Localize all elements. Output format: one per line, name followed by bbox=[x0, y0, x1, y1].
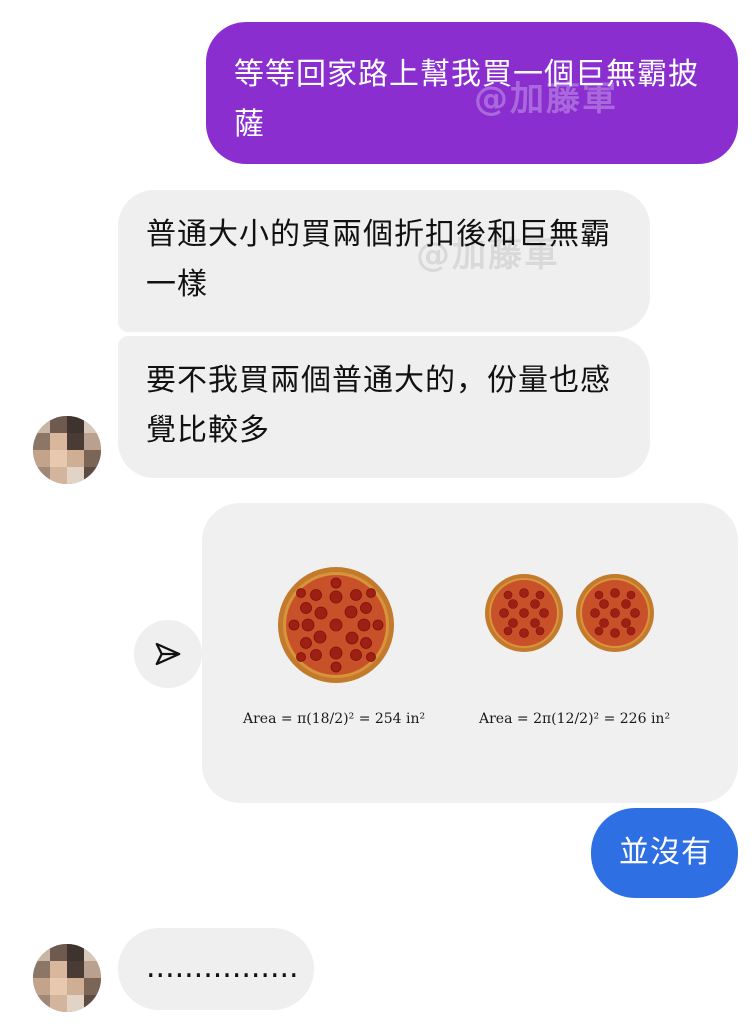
small-pizza-image bbox=[576, 574, 654, 652]
area-formula-left: Area = π(18/2)² = 254 in² bbox=[243, 711, 426, 727]
sent-message-bubble[interactable]: 並沒有 bbox=[591, 808, 738, 898]
message-text-line: 覺比較多 bbox=[146, 413, 270, 448]
chat-thread: 等等回家路上幫我買一個巨無霸披 薩 @加藤軍 普通大小的買兩個折扣後和巨無霸 一… bbox=[0, 0, 755, 1024]
send-paper-plane-icon bbox=[155, 642, 181, 666]
message-text-line: 普通大小的買兩個折扣後和巨無霸 bbox=[146, 217, 611, 252]
pixelated-avatar-icon bbox=[33, 416, 101, 484]
received-message-bubble[interactable]: ................ bbox=[118, 928, 314, 1010]
message-text: 並沒有 bbox=[619, 835, 712, 870]
sent-message-bubble[interactable]: 等等回家路上幫我買一個巨無霸披 薩 @加藤軍 bbox=[206, 22, 738, 164]
received-message-bubble[interactable]: 要不我買兩個普通大的，份量也感 覺比較多 bbox=[118, 336, 650, 478]
received-message-bubble[interactable]: 普通大小的買兩個折扣後和巨無霸 一樣 @加藤軍 bbox=[118, 190, 650, 332]
contact-avatar[interactable] bbox=[33, 416, 101, 484]
message-text-line: 一樣 bbox=[146, 267, 208, 302]
message-text-line: 薩 bbox=[234, 107, 265, 142]
contact-avatar[interactable] bbox=[33, 944, 101, 1012]
share-button[interactable] bbox=[134, 620, 202, 688]
pixelated-avatar-icon bbox=[33, 944, 101, 1012]
message-text-line: 等等回家路上幫我買一個巨無霸披 bbox=[234, 57, 699, 92]
message-text: ................ bbox=[146, 950, 299, 985]
area-formula-right: Area = 2π(12/2)² = 226 in² bbox=[479, 711, 671, 727]
image-message[interactable]: Area = π(18/2)² = 254 in² Area = 2π(12/2… bbox=[202, 503, 738, 803]
small-pizza-image bbox=[485, 574, 563, 652]
message-text-line: 要不我買兩個普通大的，份量也感 bbox=[146, 363, 611, 398]
large-pizza-image bbox=[278, 567, 394, 683]
